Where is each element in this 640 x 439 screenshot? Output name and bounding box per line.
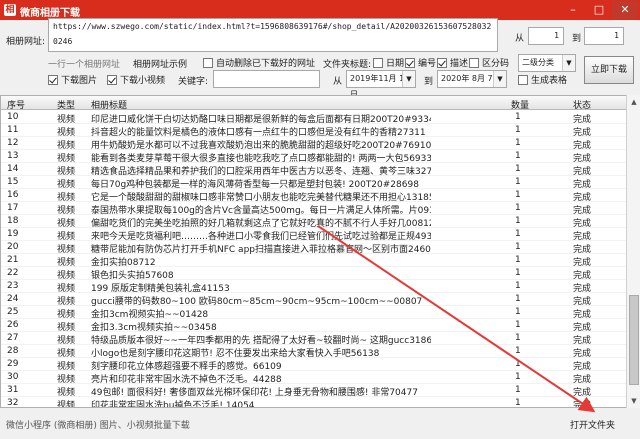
annotation-arrow [317, 225, 596, 413]
arrow-line [317, 225, 596, 413]
